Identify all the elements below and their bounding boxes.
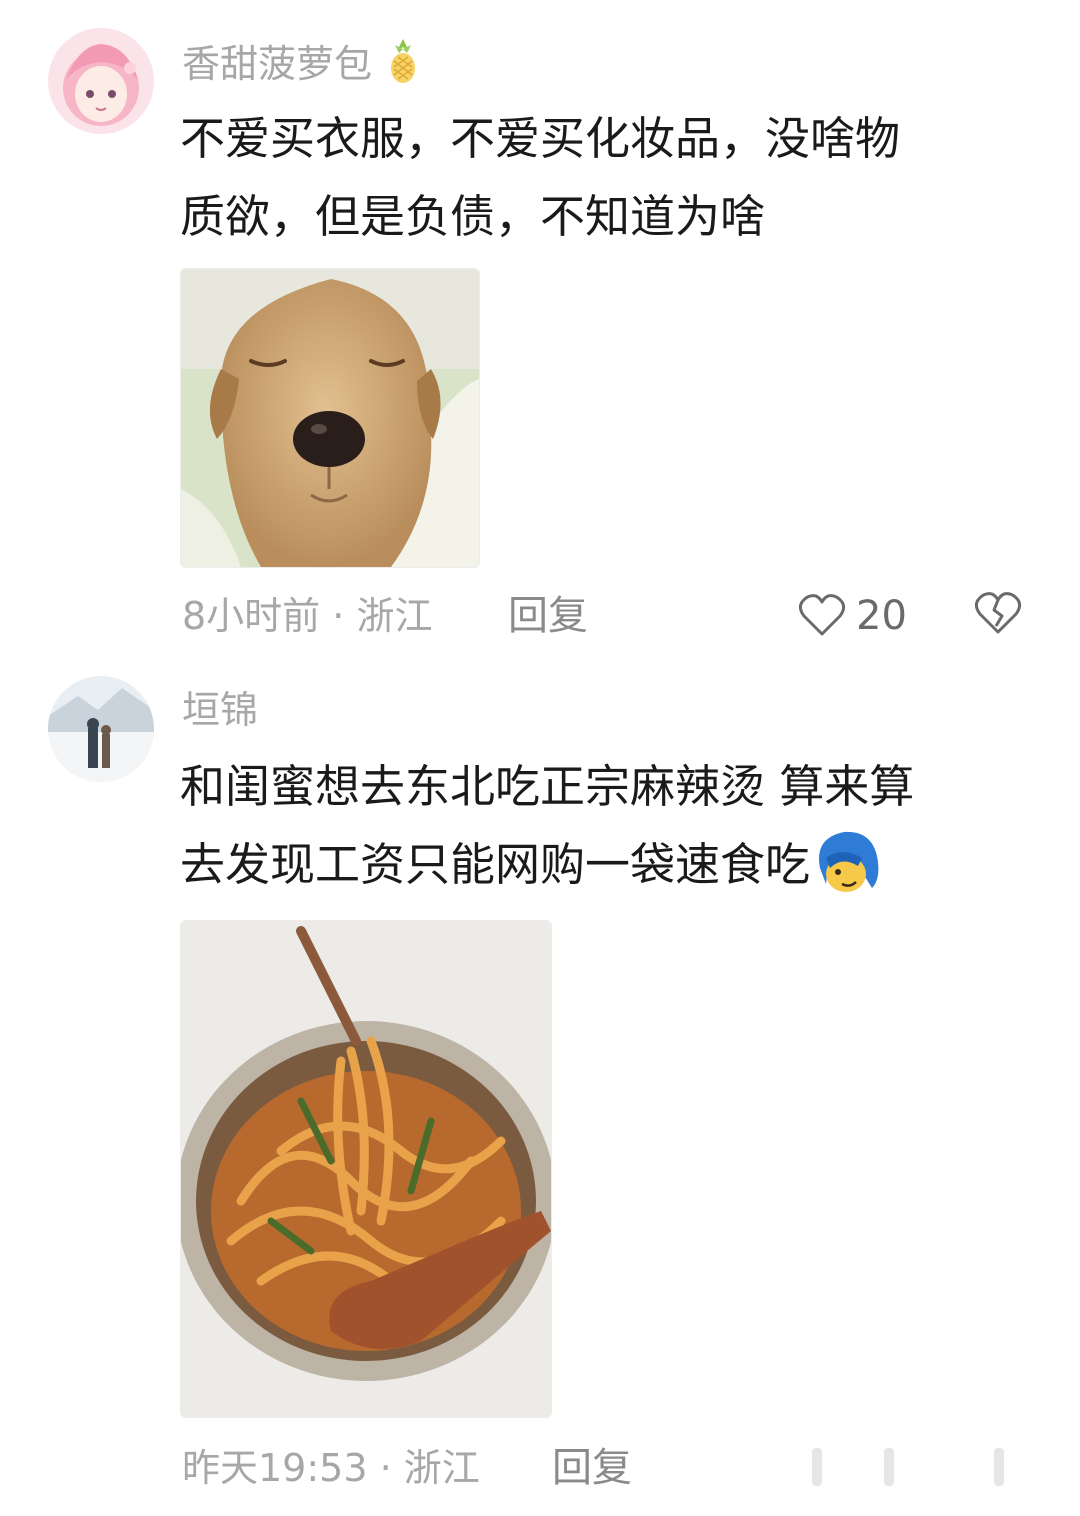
comment-text: 和闺蜜想去东北吃正宗麻辣烫 算来算 去发现工资只能网购一袋速食吃 bbox=[180, 748, 1030, 918]
username[interactable]: 垣锦 bbox=[182, 686, 258, 734]
placeholder-bar bbox=[884, 1448, 894, 1486]
comment-image[interactable] bbox=[180, 920, 552, 1418]
spicy-noodles-bowl-photo bbox=[181, 921, 551, 1417]
comment-location: 浙江 bbox=[356, 594, 433, 638]
comment-meta: 昨天19:53 · 浙江 bbox=[182, 1444, 480, 1492]
comment-image[interactable] bbox=[180, 268, 480, 568]
reply-button[interactable]: 回复 bbox=[508, 592, 588, 640]
comment-text-line: 质欲，但是负债，不知道为啥 bbox=[180, 190, 766, 243]
comment-meta: 8小时前 · 浙江 bbox=[182, 592, 432, 640]
comment-text-line: 不爱买衣服，不爱买化妆品，没啥物 bbox=[180, 112, 901, 165]
avatar[interactable] bbox=[48, 676, 154, 782]
reply-button[interactable]: 回复 bbox=[552, 1444, 632, 1492]
meta-separator: · bbox=[320, 594, 357, 638]
avatar[interactable] bbox=[48, 28, 154, 134]
like-count: 20 bbox=[856, 593, 907, 639]
username[interactable]: 香甜菠萝包 bbox=[182, 37, 420, 96]
meta-separator: · bbox=[367, 1446, 404, 1490]
comment-text-line: 和闺蜜想去东北吃正宗麻辣烫 算来算 bbox=[180, 760, 915, 813]
blue-hair-face-emoji bbox=[812, 828, 882, 918]
comment-location: 浙江 bbox=[403, 1446, 480, 1490]
comment-time: 8小时前 bbox=[182, 594, 321, 638]
placeholder-bar bbox=[812, 1448, 822, 1486]
broken-heart-icon bbox=[974, 592, 1022, 640]
comment-time: 昨天19:53 bbox=[182, 1446, 368, 1490]
pineapple-icon bbox=[386, 37, 420, 96]
dislike-button[interactable] bbox=[974, 590, 1022, 638]
comment-text: 不爱买衣服，不爱买化妆品，没啥物 质欲，但是负债，不知道为啥 bbox=[180, 100, 1030, 256]
comment-text-line: 去发现工资只能网购一袋速食吃 bbox=[180, 826, 1030, 918]
sleepy-puppy-photo bbox=[181, 269, 479, 567]
loading-placeholder bbox=[812, 1448, 1012, 1488]
heart-icon bbox=[798, 592, 846, 642]
comment-text-segment: 去发现工资只能网购一袋速食吃 bbox=[180, 838, 811, 891]
placeholder-bar bbox=[994, 1448, 1004, 1486]
